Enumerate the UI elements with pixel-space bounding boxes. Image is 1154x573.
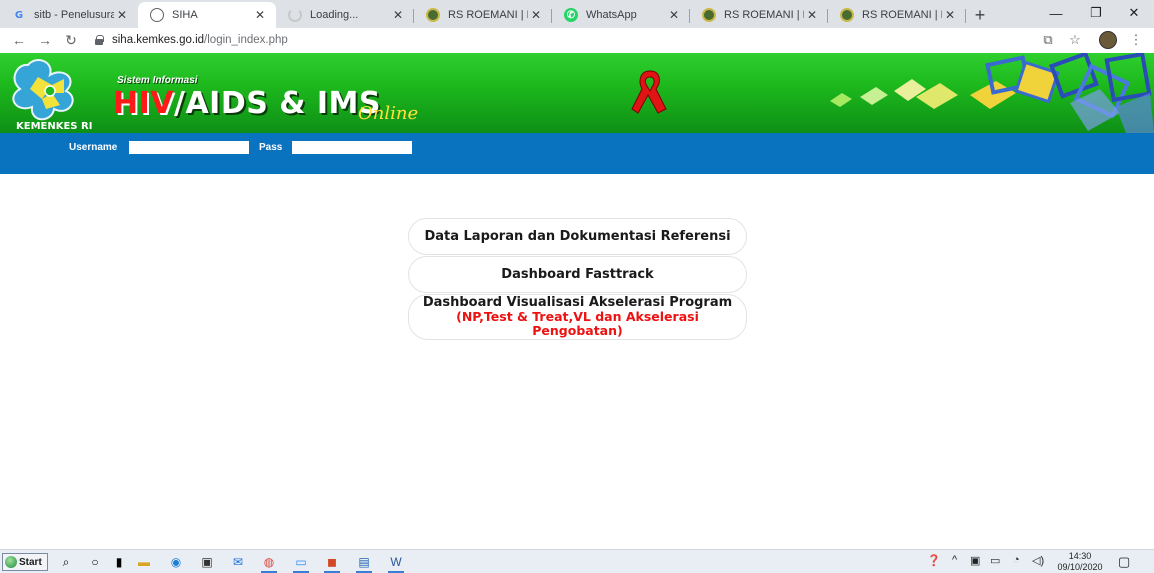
dashboard-fasttrack-label: Dashboard Fasttrack — [501, 266, 654, 282]
photos-icon[interactable]: ▤ — [355, 554, 373, 573]
zoom-icon[interactable]: ▭ — [292, 554, 310, 573]
close-icon[interactable]: ✕ — [114, 7, 130, 23]
tab-siha[interactable]: SIHA ✕ — [138, 2, 276, 28]
wifi-icon[interactable]: ◔ — [1013, 554, 1020, 566]
powerpoint-icon[interactable]: ◼ — [323, 554, 341, 573]
data-laporan-button[interactable]: Data Laporan dan Dokumentasi Referensi — [408, 218, 747, 255]
site-online-label: Online — [358, 103, 419, 124]
rs-roemani-icon — [840, 8, 854, 22]
file-explorer-icon[interactable]: ▬ — [135, 554, 153, 570]
red-ribbon-icon — [631, 70, 667, 114]
minimize-button[interactable]: — — [1038, 0, 1074, 26]
tab-rs-roemani-1[interactable]: RS ROEMANI | Mu ✕ — [414, 2, 552, 28]
display-icon[interactable]: ▣ — [970, 554, 980, 567]
google-icon: G — [14, 9, 24, 21]
address-bar[interactable]: siha.kemkes.go.id/login_index.php — [94, 30, 1094, 50]
browser-toolbar: ← → ↻ siha.kemkes.go.id/login_index.php — [0, 28, 1154, 52]
close-icon[interactable]: ✕ — [252, 7, 268, 23]
password-input[interactable] — [292, 141, 412, 154]
menu-kebab-icon[interactable]: ⋮ — [1126, 30, 1146, 50]
tab-rs-roemani-3[interactable]: RS ROEMANI | Mu ✕ — [828, 2, 966, 28]
new-tab-button[interactable]: + — [966, 2, 994, 28]
close-window-button[interactable]: ✕ — [1116, 0, 1152, 26]
tab-sitb[interactable]: G sitb - Penelusuran ✕ — [0, 2, 138, 28]
mail-icon[interactable]: ✉ — [229, 554, 247, 570]
data-laporan-label: Data Laporan dan Dokumentasi Referensi — [424, 228, 731, 244]
battery-icon[interactable]: ▭ — [990, 554, 1000, 567]
decorative-shapes-icon — [830, 53, 1154, 133]
chevron-up-icon[interactable]: ^ — [952, 554, 957, 566]
url-host: siha.kemkes.go.id — [112, 34, 205, 46]
close-icon[interactable]: ✕ — [390, 7, 406, 23]
tab-title: SIHA — [172, 9, 198, 21]
loading-icon — [288, 8, 302, 22]
profile-avatar[interactable] — [1099, 31, 1117, 49]
dashboard-fasttrack-button[interactable]: Dashboard Fasttrack — [408, 256, 747, 293]
username-input[interactable] — [129, 141, 249, 154]
dashboard-visualisasi-sublabel-1: (NP,Test & Treat,VL dan Akselerasi — [456, 309, 699, 324]
login-bar: Username Pass — [0, 133, 1154, 174]
word-icon[interactable]: W — [387, 554, 405, 573]
tab-rs-roemani-2[interactable]: RS ROEMANI | Mu ✕ — [690, 2, 828, 28]
notification-icon[interactable]: ▢ — [1118, 554, 1130, 570]
chrome-icon[interactable]: ◍ — [260, 554, 278, 573]
url-path: /login_index.php — [204, 34, 288, 46]
whatsapp-icon: ✆ — [564, 8, 578, 22]
task-view-icon[interactable]: ▮ — [110, 554, 128, 570]
browser-tab-strip: G sitb - Penelusuran ✕ SIHA ✕ Loading...… — [0, 0, 1154, 28]
org-label: KEMENKES RI — [16, 121, 93, 132]
pass-label: Pass — [259, 142, 283, 153]
cortana-icon[interactable]: ○ — [86, 554, 104, 570]
volume-icon[interactable]: ◁) — [1032, 554, 1044, 567]
forward-icon[interactable]: → — [32, 29, 58, 51]
clock-time: 14:30 — [1068, 551, 1092, 561]
dashboard-visualisasi-button[interactable]: Dashboard Visualisasi Akselerasi Program… — [408, 294, 747, 340]
search-icon[interactable]: ⌕ — [57, 554, 75, 570]
edge-icon[interactable]: ◉ — [167, 554, 185, 570]
tab-title: WhatsApp — [586, 9, 637, 21]
tab-title: RS ROEMANI | Mu — [724, 9, 804, 21]
bookmark-star-icon[interactable]: ☆ — [1065, 30, 1085, 50]
clock[interactable]: 14:30 09/10/2020 — [1052, 551, 1108, 573]
rs-roemani-icon — [426, 8, 440, 22]
close-icon[interactable]: ✕ — [804, 7, 820, 23]
tab-title: RS ROEMANI | Mu — [862, 9, 942, 21]
tab-title: sitb - Penelusuran — [34, 9, 114, 21]
kemenkes-logo-icon — [12, 59, 74, 121]
start-label: Start — [19, 556, 42, 568]
site-title: HIV/AIDS & IMS — [113, 86, 381, 121]
dashboard-visualisasi-label: Dashboard Visualisasi Akselerasi Program — [422, 295, 733, 310]
back-icon[interactable]: ← — [6, 29, 32, 51]
lock-icon — [94, 35, 104, 45]
site-subtitle: Sistem Informasi — [117, 75, 198, 86]
reload-icon[interactable]: ↻ — [58, 29, 84, 51]
clock-date: 09/10/2020 — [1057, 562, 1103, 572]
close-icon[interactable]: ✕ — [666, 7, 682, 23]
windows-taskbar: Start ⌕ ○ ▮ ▬ ◉ ▣ ✉ ◍ ▭ ◼ ▤ W ❓ ^ ▣ ▭ ◔ … — [0, 549, 1154, 573]
help-icon[interactable]: ❓ — [927, 554, 941, 567]
close-icon[interactable]: ✕ — [942, 7, 958, 23]
rs-roemani-icon — [702, 8, 716, 22]
restore-button[interactable]: ❐ — [1078, 0, 1114, 26]
store-icon[interactable]: ▣ — [198, 554, 216, 570]
close-icon[interactable]: ✕ — [528, 7, 544, 23]
site-title-hiv: HIV — [113, 86, 174, 121]
translate-icon[interactable]: ⧉ — [1038, 30, 1058, 50]
globe-icon — [150, 8, 164, 22]
windows-orb-icon — [5, 556, 17, 568]
tab-title: Loading... — [310, 9, 359, 21]
start-button[interactable]: Start — [2, 553, 48, 571]
tab-title: RS ROEMANI | Mu — [448, 9, 528, 21]
tab-loading[interactable]: Loading... ✕ — [276, 2, 414, 28]
site-header-banner: KEMENKES RI Sistem Informasi HIV/AIDS & … — [0, 53, 1154, 133]
dashboard-visualisasi-sublabel-2: Pengobatan) — [532, 323, 623, 338]
username-label: Username — [69, 142, 118, 153]
site-title-rest: /AIDS & IMS — [174, 86, 382, 121]
tab-whatsapp[interactable]: ✆ WhatsApp ✕ — [552, 2, 690, 28]
